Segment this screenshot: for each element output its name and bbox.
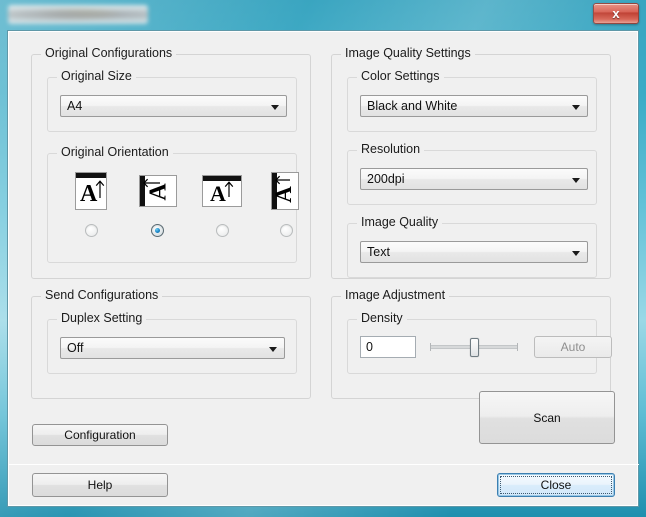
up-arrow-icon (95, 180, 105, 198)
group-color-settings: Color Settings Black and White (347, 69, 597, 132)
group-original-orientation-label: Original Orientation (57, 145, 173, 159)
group-resolution: Resolution 200dpi (347, 142, 597, 205)
slider-thumb[interactable] (470, 338, 479, 357)
group-original-configurations-label: Original Configurations (41, 46, 177, 60)
group-resolution-label: Resolution (357, 142, 425, 156)
group-send-configurations-label: Send Configurations (41, 288, 163, 302)
up-arrow-icon (224, 181, 234, 197)
group-image-quality-settings: Image Quality Settings Color Settings Bl… (331, 46, 611, 279)
scan-button-label: Scan (533, 410, 561, 425)
group-duplex-setting: Duplex Setting Off (47, 311, 297, 374)
orientation-portrait-top-icon[interactable]: A (75, 172, 107, 210)
scan-button[interactable]: Scan (479, 391, 615, 444)
group-image-quality: Image Quality Text (347, 215, 597, 278)
chevron-down-icon (269, 347, 277, 352)
color-settings-combobox[interactable]: Black and White (360, 95, 588, 117)
image-quality-value: Text (367, 245, 390, 259)
group-image-adjustment-label: Image Adjustment (341, 288, 450, 302)
slider-tick-right (517, 343, 518, 351)
group-density-label: Density (357, 311, 407, 325)
page-edge-bar (76, 173, 106, 178)
chevron-down-icon (271, 105, 279, 110)
resolution-value: 200dpi (367, 172, 405, 186)
orientation-radio-1[interactable] (85, 224, 98, 237)
orientation-radio-4[interactable] (280, 224, 293, 237)
duplex-setting-value: Off (67, 341, 84, 355)
slider-tick-left (430, 343, 431, 351)
group-image-adjustment: Image Adjustment Density 0 Auto (331, 288, 612, 399)
close-button-label: Close (540, 478, 572, 492)
density-input[interactable]: 0 (360, 336, 416, 358)
original-size-value: A4 (67, 99, 83, 113)
scanner-dialog-window: x Original Configurations Original Size … (0, 0, 646, 517)
configuration-button-label: Configuration (64, 428, 136, 442)
group-color-settings-label: Color Settings (357, 69, 444, 83)
group-send-configurations: Send Configurations Duplex Setting Off (31, 288, 311, 399)
orientation-radio-3[interactable] (216, 224, 229, 237)
help-button-label: Help (87, 478, 113, 492)
window-title-redacted (8, 5, 148, 24)
resolution-combobox[interactable]: 200dpi (360, 168, 588, 190)
chevron-down-icon (572, 251, 580, 256)
configuration-button[interactable]: Configuration (32, 424, 168, 446)
help-button[interactable]: Help (32, 473, 168, 497)
density-slider[interactable] (430, 337, 518, 358)
group-original-size: Original Size A4 (47, 69, 297, 132)
close-icon: x (612, 6, 620, 21)
left-arrow-icon (275, 175, 290, 185)
duplex-setting-combobox[interactable]: Off (60, 337, 285, 359)
group-density: Density 0 Auto (347, 311, 612, 374)
color-settings-value: Black and White (367, 99, 458, 113)
orientation-landscape-left-icon[interactable]: A (139, 175, 177, 207)
chevron-down-icon (572, 178, 580, 183)
group-original-orientation: Original Orientation A A A A (47, 145, 299, 263)
close-button[interactable]: Close (497, 473, 615, 497)
group-duplex-setting-label: Duplex Setting (57, 311, 147, 325)
footer-divider (9, 464, 639, 465)
group-image-quality-label: Image Quality (357, 215, 443, 229)
orientation-tall-left-icon[interactable]: A (271, 172, 299, 210)
letter-a-glyph: A (271, 186, 296, 203)
group-original-size-label: Original Size (57, 69, 136, 83)
chevron-down-icon (572, 105, 580, 110)
window-close-button[interactable]: x (593, 3, 639, 24)
dialog-client-area: Original Configurations Original Size A4… (7, 30, 639, 507)
orientation-wide-top-icon[interactable]: A (202, 175, 242, 207)
original-size-combobox[interactable]: A4 (60, 95, 287, 117)
image-quality-combobox[interactable]: Text (360, 241, 588, 263)
density-auto-button[interactable]: Auto (534, 336, 612, 358)
left-arrow-icon (143, 178, 160, 188)
orientation-radio-2[interactable] (151, 224, 164, 237)
title-bar[interactable]: x (0, 0, 646, 31)
group-image-quality-settings-label: Image Quality Settings (341, 46, 475, 60)
group-original-configurations: Original Configurations Original Size A4… (31, 46, 311, 279)
density-auto-label: Auto (560, 340, 586, 354)
